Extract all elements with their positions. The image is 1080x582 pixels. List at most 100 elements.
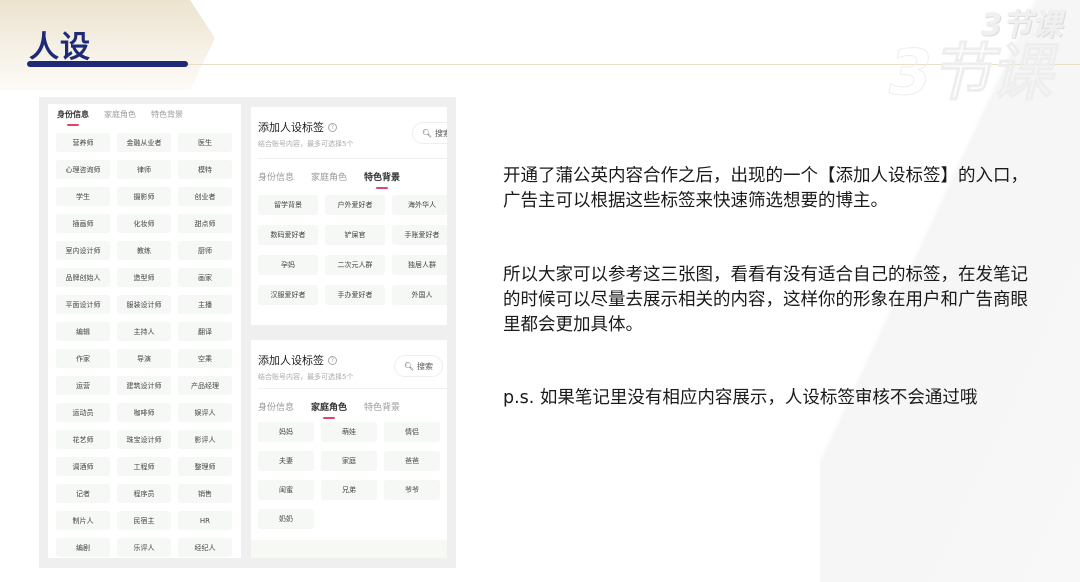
divider (258, 158, 447, 159)
tab-0[interactable]: 身份信息 (258, 400, 294, 419)
tag-chip[interactable]: 运动员 (56, 403, 110, 422)
tag-chip[interactable]: 服装设计师 (117, 295, 171, 314)
tag-chip[interactable]: 夫妻 (258, 451, 314, 471)
tag-chip[interactable]: 建筑设计师 (117, 376, 171, 395)
explanation-paragraph-1: 开通了蒲公英内容合作之后，出现的一个【添加人设标签】的入口，广告主可以根据这些标… (503, 166, 1028, 211)
tag-chip[interactable]: 化妆师 (117, 214, 171, 233)
tag-chip[interactable]: 主持人 (117, 322, 171, 341)
tag-chip[interactable]: 厨师 (178, 241, 232, 260)
add-persona-tag-card-background: 添加人设标签 ? 结合账号内容，最多可选择5个 🔍︎ 搜索 身份信息家庭角色特色… (251, 107, 447, 325)
tag-chip[interactable]: 画家 (178, 268, 232, 287)
search-label: 搜索 (417, 361, 433, 371)
tag-chip[interactable]: 插画师 (56, 214, 110, 233)
tag-chip[interactable]: 创业者 (178, 187, 232, 206)
tag-chip[interactable]: 编辑 (56, 322, 110, 341)
tag-chip[interactable]: 造型师 (117, 268, 171, 287)
tab-0[interactable]: 身份信息 (258, 170, 294, 189)
tab-1[interactable]: 家庭角色 (104, 109, 136, 126)
tag-chip[interactable]: HR (178, 511, 232, 530)
tab-0[interactable]: 身份信息 (57, 109, 89, 126)
tag-chip[interactable]: 经纪人 (178, 538, 232, 557)
tag-chip[interactable]: 户外爱好者 (325, 195, 385, 215)
tag-chip[interactable]: 产品经理 (178, 376, 232, 395)
tag-chip[interactable]: 平面设计师 (56, 295, 110, 314)
tag-chip[interactable]: 学生 (56, 187, 110, 206)
tag-chip[interactable]: 运营 (56, 376, 110, 395)
tag-chip[interactable]: 乐评人 (117, 538, 171, 557)
tag-chip[interactable]: 独居人群 (392, 255, 447, 275)
tag-chip[interactable]: 花艺师 (56, 430, 110, 449)
tag-chip[interactable]: 爸爸 (384, 451, 440, 471)
card-subtitle: 结合账号内容，最多可选择5个 (258, 373, 354, 381)
card-title-text: 添加人设标签 (258, 354, 324, 367)
tag-chip[interactable]: 整理师 (178, 457, 232, 476)
tag-chip[interactable]: 金融从业者 (117, 133, 171, 152)
help-icon[interactable]: ? (328, 122, 337, 132)
tag-chip[interactable]: 营养师 (56, 133, 110, 152)
search-button[interactable]: 🔍︎ 搜索 (411, 122, 447, 144)
tag-chip[interactable]: 手办爱好者 (325, 285, 385, 305)
card-header: 添加人设标签 ? 结合账号内容，最多可选择5个 (258, 119, 353, 149)
tag-chip[interactable]: 教练 (117, 241, 171, 260)
tag-chip[interactable]: 兄弟 (321, 480, 377, 500)
tag-chip[interactable]: 室内设计师 (56, 241, 110, 260)
tag-chip[interactable]: 影评人 (178, 430, 232, 449)
card-header: 添加人设标签 ? 结合账号内容，最多可选择5个 (258, 352, 353, 382)
tag-chip[interactable]: 摄影师 (117, 187, 171, 206)
help-icon[interactable]: ? (328, 355, 337, 365)
tag-chip[interactable]: 心理咨询师 (56, 160, 110, 179)
tag-chip[interactable]: 调酒师 (56, 457, 110, 476)
tag-chip[interactable]: 品牌创始人 (56, 268, 110, 287)
tag-chip[interactable]: 咖啡师 (117, 403, 171, 422)
card-title-text: 添加人设标签 (258, 121, 324, 134)
card-title: 添加人设标签 ? (258, 119, 353, 135)
title-underline (27, 61, 188, 67)
search-button[interactable]: 🔍︎ 搜索 (393, 355, 443, 377)
tag-chip[interactable]: 数码爱好者 (258, 225, 318, 245)
tag-chip[interactable]: 模特 (178, 160, 232, 179)
category-tabs: 身份信息 家庭角色 特色背景 (258, 170, 400, 189)
card-subtitle: 结合账号内容，最多可选择5个 (258, 140, 354, 148)
tag-chip[interactable]: 海外华人 (392, 195, 447, 215)
tag-chip[interactable]: 销售 (178, 484, 232, 503)
tab-2[interactable]: 特色背景 (364, 170, 400, 189)
tag-chip[interactable]: 爷爷 (384, 480, 440, 500)
tag-chip[interactable]: 萌娃 (321, 422, 377, 442)
tag-chip[interactable]: 记者 (56, 484, 110, 503)
card-title: 添加人设标签 ? (258, 352, 353, 368)
tag-chip[interactable]: 孕妈 (258, 255, 318, 275)
tag-chip[interactable]: 空乘 (178, 349, 232, 368)
tag-chip[interactable]: 闺蜜 (258, 480, 314, 500)
tag-chip[interactable]: 情侣 (384, 422, 440, 442)
tab-2[interactable]: 特色背景 (151, 109, 183, 126)
tag-chip[interactable]: 手账爱好者 (392, 225, 447, 245)
tag-chip[interactable]: 作家 (56, 349, 110, 368)
tag-chip[interactable]: 程序员 (117, 484, 171, 503)
tag-chip[interactable]: 奶奶 (258, 509, 314, 529)
tab-1[interactable]: 家庭角色 (311, 400, 347, 419)
tag-chip[interactable]: 导演 (117, 349, 171, 368)
tag-chip[interactable]: 主播 (178, 295, 232, 314)
tag-chip[interactable]: 铲屎官 (325, 225, 385, 245)
tag-chip[interactable]: 制片人 (56, 511, 110, 530)
search-icon: 🔍︎ (421, 128, 432, 138)
tag-chip[interactable]: 妈妈 (258, 422, 314, 442)
tag-chip[interactable]: 珠宝设计师 (117, 430, 171, 449)
tag-chip[interactable]: 汉服爱好者 (258, 285, 318, 305)
tag-chip[interactable]: 甜点师 (178, 214, 232, 233)
tag-chip[interactable]: 医生 (178, 133, 232, 152)
tag-chip[interactable]: 工程师 (117, 457, 171, 476)
tag-chip[interactable]: 外国人 (392, 285, 447, 305)
tag-chip[interactable]: 民宿主 (117, 511, 171, 530)
tag-chip[interactable]: 翻译 (178, 322, 232, 341)
tag-chip[interactable]: 留学背景 (258, 195, 318, 215)
tag-chip[interactable]: 二次元人群 (325, 255, 385, 275)
tag-chip[interactable]: 编剧 (56, 538, 110, 557)
tag-chip[interactable]: 娱评人 (178, 403, 232, 422)
tab-1[interactable]: 家庭角色 (311, 170, 347, 189)
tag-grid: 留学背景 户外爱好者 海外华人数码爱好者 铲屎官 手账爱好者孕妈 二次元人群 独居人群汉服爱… (258, 195, 447, 305)
tag-chip[interactable]: 律师 (117, 160, 171, 179)
tag-chip[interactable]: 家庭 (321, 451, 377, 471)
tab-2[interactable]: 特色背景 (364, 400, 400, 419)
tag-grid: 营养师 金融从业者 医生心理咨询师 律师 模特学生 摄影师 创业者插画师 化妆师 甜点师室内设计… (56, 133, 232, 557)
